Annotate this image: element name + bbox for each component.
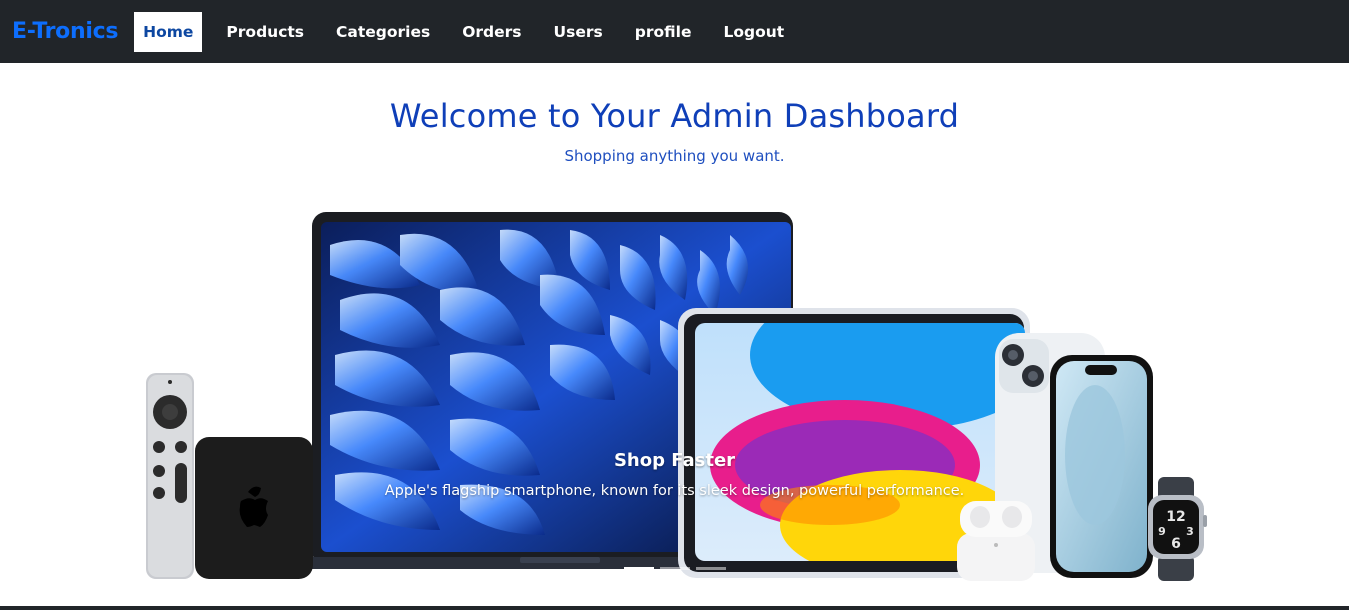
- apple-tv-remote-image: [146, 373, 194, 579]
- nav-orders[interactable]: Orders: [446, 12, 537, 52]
- nav-list: Home Products Categories Orders Users pr…: [134, 0, 800, 63]
- svg-text:9: 9: [1158, 525, 1166, 538]
- page-title: Welcome to Your Admin Dashboard: [389, 97, 960, 135]
- nav-users[interactable]: Users: [538, 12, 619, 52]
- carousel-indicator-2[interactable]: [660, 567, 690, 570]
- carousel-indicator-1[interactable]: [624, 567, 654, 570]
- top-navbar: E-Tronics Home Products Categories Order…: [0, 0, 1349, 63]
- page-subtitle: Shopping anything you want.: [564, 147, 785, 165]
- airpods-image: [957, 501, 1035, 581]
- nav-home[interactable]: Home: [134, 11, 203, 52]
- svg-text:3: 3: [1186, 525, 1194, 538]
- nav-logout[interactable]: Logout: [707, 12, 800, 52]
- nav-categories[interactable]: Categories: [320, 12, 446, 52]
- product-carousel[interactable]: 12 6 9 3: [140, 205, 1210, 585]
- page-divider: [0, 606, 1349, 610]
- carousel-caption-text: Apple's flagship smartphone, known for i…: [384, 483, 965, 499]
- carousel-indicator-3[interactable]: [696, 567, 726, 570]
- nav-products[interactable]: Products: [210, 12, 320, 52]
- svg-text:12: 12: [1166, 509, 1185, 525]
- carousel-indicators: [624, 567, 726, 570]
- carousel-slide-image: 12 6 9 3: [146, 212, 1207, 581]
- carousel-caption-title: Shop Faster: [613, 450, 736, 471]
- brand-logo[interactable]: E-Tronics: [12, 19, 118, 44]
- svg-text:6: 6: [1171, 536, 1181, 552]
- nav-profile[interactable]: profile: [619, 12, 708, 52]
